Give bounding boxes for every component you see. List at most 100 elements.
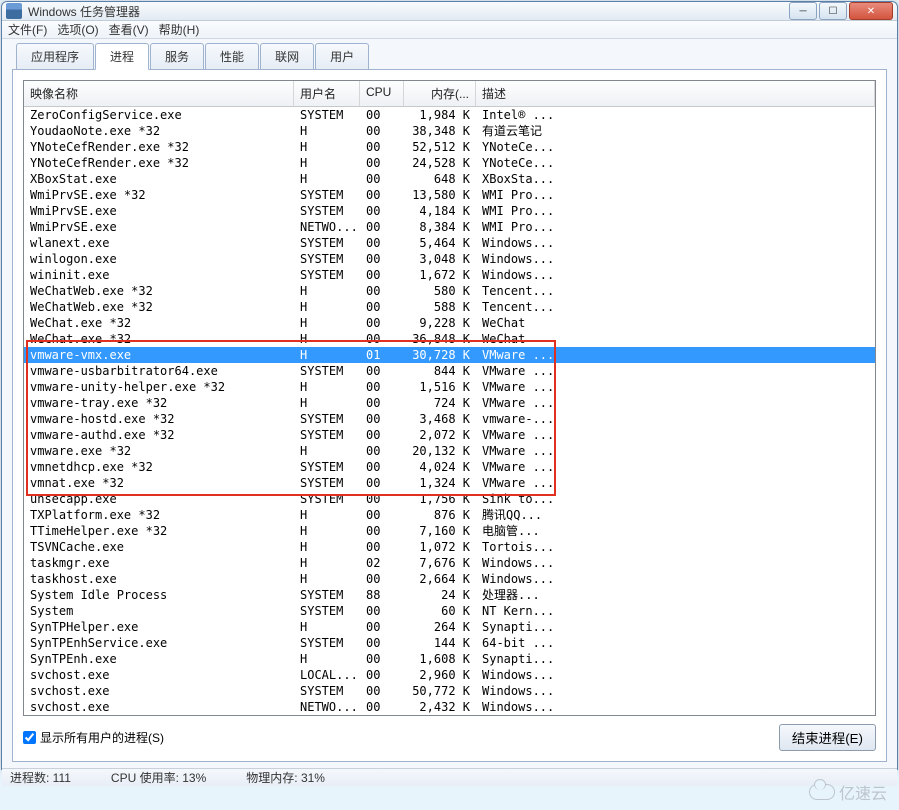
table-row[interactable]: WeChat.exe *32H0036,848 KWeChat <box>24 331 875 347</box>
table-row[interactable]: WmiPrvSE.exe *32SYSTEM0013,580 KWMI Pro.… <box>24 187 875 203</box>
tab-services[interactable]: 服务 <box>150 43 204 69</box>
cell-desc: 有道云笔记 <box>476 123 875 139</box>
cell-user: SYSTEM <box>294 235 360 251</box>
cell-name: WmiPrvSE.exe *32 <box>24 187 294 203</box>
tab-processes[interactable]: 进程 <box>95 43 149 70</box>
table-row[interactable]: wininit.exeSYSTEM001,672 KWindows... <box>24 267 875 283</box>
table-row[interactable]: System Idle ProcessSYSTEM8824 K处理器... <box>24 587 875 603</box>
cell-user: SYSTEM <box>294 587 360 603</box>
cell-desc: Windows... <box>476 235 875 251</box>
cell-desc: VMware ... <box>476 475 875 491</box>
cell-cpu: 00 <box>360 219 404 235</box>
table-row[interactable]: vmware-vmx.exeH0130,728 KVMware ... <box>24 347 875 363</box>
cell-memory: 1,984 K <box>404 107 476 123</box>
tab-users[interactable]: 用户 <box>315 43 369 69</box>
col-image-name[interactable]: 映像名称 <box>24 81 294 106</box>
table-row[interactable]: WeChat.exe *32H009,228 KWeChat <box>24 315 875 331</box>
cell-memory: 60 K <box>404 603 476 619</box>
table-row[interactable]: svchost.exeNETWO...002,432 KWindows... <box>24 699 875 715</box>
col-description[interactable]: 描述 <box>476 81 875 106</box>
cell-desc: VMware ... <box>476 459 875 475</box>
table-row[interactable]: SynTPEnh.exeH001,608 KSynapti... <box>24 651 875 667</box>
cell-desc: vmware-... <box>476 411 875 427</box>
cell-cpu: 00 <box>360 315 404 331</box>
table-row[interactable]: SynTPEnhService.exeSYSTEM00144 K64-bit .… <box>24 635 875 651</box>
minimize-button[interactable]: ─ <box>789 2 817 20</box>
table-row[interactable]: vmware-tray.exe *32H00724 KVMware ... <box>24 395 875 411</box>
cell-memory: 876 K <box>404 507 476 523</box>
table-row[interactable]: YNoteCefRender.exe *32H0052,512 KYNoteCe… <box>24 139 875 155</box>
maximize-button[interactable]: ☐ <box>819 2 847 20</box>
table-row[interactable]: XBoxStat.exeH00648 KXBoxSta... <box>24 171 875 187</box>
table-row[interactable]: taskhost.exeH002,664 KWindows... <box>24 571 875 587</box>
table-row[interactable]: vmware-usbarbitrator64.exeSYSTEM00844 KV… <box>24 363 875 379</box>
cell-memory: 2,072 K <box>404 427 476 443</box>
cell-memory: 50,772 K <box>404 683 476 699</box>
col-user[interactable]: 用户名 <box>294 81 360 106</box>
cell-cpu: 00 <box>360 459 404 475</box>
table-row[interactable]: vmware-authd.exe *32SYSTEM002,072 KVMwar… <box>24 427 875 443</box>
table-row[interactable]: TXPlatform.exe *32H00876 K腾讯QQ... <box>24 507 875 523</box>
table-row[interactable]: WmiPrvSE.exeNETWO...008,384 KWMI Pro... <box>24 219 875 235</box>
cell-cpu: 00 <box>360 411 404 427</box>
cell-desc: VMware ... <box>476 395 875 411</box>
table-row[interactable]: vmnetdhcp.exe *32SYSTEM004,024 KVMware .… <box>24 459 875 475</box>
table-row[interactable]: WeChatWeb.exe *32H00588 KTencent... <box>24 299 875 315</box>
process-list[interactable]: 映像名称 用户名 CPU 内存(... 描述 ZeroConfigService… <box>23 80 876 716</box>
cell-user: H <box>294 331 360 347</box>
show-all-users-checkbox[interactable]: 显示所有用户的进程(S) <box>23 729 164 746</box>
cell-user: SYSTEM <box>294 635 360 651</box>
col-memory[interactable]: 内存(... <box>404 81 476 106</box>
cell-memory: 4,184 K <box>404 203 476 219</box>
table-row[interactable]: taskmgr.exeH027,676 KWindows... <box>24 555 875 571</box>
titlebar[interactable]: Windows 任务管理器 ─ ☐ ✕ <box>2 2 897 21</box>
menu-help[interactable]: 帮助(H) <box>159 21 200 38</box>
end-process-button[interactable]: 结束进程(E) <box>779 724 876 751</box>
menu-options[interactable]: 选项(O) <box>57 21 98 38</box>
show-all-checkbox-input[interactable] <box>23 731 36 744</box>
table-row[interactable]: ZeroConfigService.exeSYSTEM001,984 KInte… <box>24 107 875 123</box>
table-row[interactable]: svchost.exeSYSTEM0050,772 KWindows... <box>24 683 875 699</box>
col-cpu[interactable]: CPU <box>360 81 404 106</box>
table-row[interactable]: unsecapp.exeSYSTEM001,756 KSink to... <box>24 491 875 507</box>
cell-desc: Tortois... <box>476 539 875 555</box>
cell-cpu: 00 <box>360 123 404 139</box>
table-row[interactable]: SynTPHelper.exeH00264 KSynapti... <box>24 619 875 635</box>
cell-cpu: 02 <box>360 555 404 571</box>
cell-memory: 5,464 K <box>404 235 476 251</box>
table-row[interactable]: wlanext.exeSYSTEM005,464 KWindows... <box>24 235 875 251</box>
table-row[interactable]: vmware-unity-helper.exe *32H001,516 KVMw… <box>24 379 875 395</box>
table-row[interactable]: winlogon.exeSYSTEM003,048 KWindows... <box>24 251 875 267</box>
cell-desc: 电脑管... <box>476 523 875 539</box>
table-row[interactable]: vmnat.exe *32SYSTEM001,324 KVMware ... <box>24 475 875 491</box>
table-row[interactable]: WmiPrvSE.exeSYSTEM004,184 KWMI Pro... <box>24 203 875 219</box>
cell-user: H <box>294 283 360 299</box>
cell-name: vmnat.exe *32 <box>24 475 294 491</box>
table-row[interactable]: WeChatWeb.exe *32H00580 KTencent... <box>24 283 875 299</box>
cell-name: WmiPrvSE.exe <box>24 219 294 235</box>
cell-name: WeChat.exe *32 <box>24 315 294 331</box>
tab-performance[interactable]: 性能 <box>205 43 259 69</box>
cell-memory: 30,728 K <box>404 347 476 363</box>
cell-memory: 2,432 K <box>404 699 476 715</box>
cell-cpu: 01 <box>360 347 404 363</box>
table-row[interactable]: vmware.exe *32H0020,132 KVMware ... <box>24 443 875 459</box>
menu-file[interactable]: 文件(F) <box>8 21 47 38</box>
table-row[interactable]: SystemSYSTEM0060 KNT Kern... <box>24 603 875 619</box>
table-row[interactable]: TTimeHelper.exe *32H007,160 K电脑管... <box>24 523 875 539</box>
menu-view[interactable]: 查看(V) <box>109 21 149 38</box>
close-button[interactable]: ✕ <box>849 2 893 20</box>
cell-cpu: 00 <box>360 507 404 523</box>
cell-memory: 844 K <box>404 363 476 379</box>
table-row[interactable]: YoudaoNote.exe *32H0038,348 K有道云笔记 <box>24 123 875 139</box>
cell-name: YoudaoNote.exe *32 <box>24 123 294 139</box>
cell-name: ZeroConfigService.exe <box>24 107 294 123</box>
tab-network[interactable]: 联网 <box>260 43 314 69</box>
table-row[interactable]: vmware-hostd.exe *32SYSTEM003,468 Kvmwar… <box>24 411 875 427</box>
tab-applications[interactable]: 应用程序 <box>16 43 94 69</box>
cell-desc: YNoteCe... <box>476 139 875 155</box>
table-row[interactable]: TSVNCache.exeH001,072 KTortois... <box>24 539 875 555</box>
table-row[interactable]: svchost.exeLOCAL...002,960 KWindows... <box>24 667 875 683</box>
cell-cpu: 00 <box>360 203 404 219</box>
table-row[interactable]: YNoteCefRender.exe *32H0024,528 KYNoteCe… <box>24 155 875 171</box>
